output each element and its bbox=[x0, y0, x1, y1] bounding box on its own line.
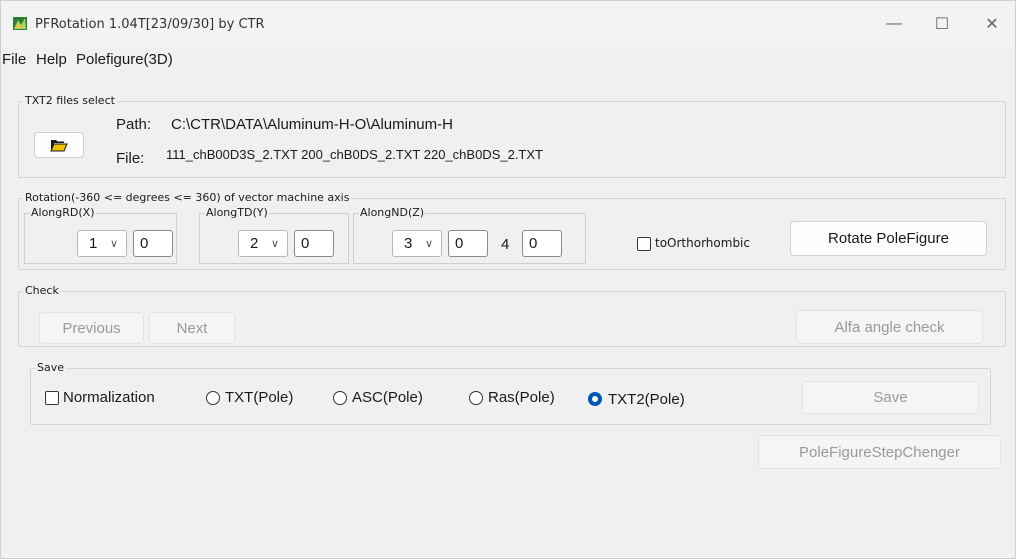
save-button[interactable]: Save bbox=[802, 381, 979, 414]
rotate-polefigure-button[interactable]: Rotate PoleFigure bbox=[790, 221, 987, 256]
polefigure-step-changer-button[interactable]: PoleFigureStepChenger bbox=[758, 435, 1001, 469]
td-axis-value: 2 bbox=[250, 235, 259, 252]
folder-open-icon bbox=[50, 140, 68, 152]
save-legend: Save bbox=[35, 361, 67, 375]
along-rd-label: AlongRD(X) bbox=[30, 206, 96, 220]
menu-bar: File Help Polefigure(3D) bbox=[1, 48, 1015, 70]
chevron-down-icon: ∨ bbox=[270, 238, 279, 250]
radio-asc-pole-label: ASC(Pole) bbox=[352, 389, 423, 406]
menu-polefigure-3d[interactable]: Polefigure(3D) bbox=[76, 51, 173, 68]
radio-ras-pole[interactable] bbox=[469, 391, 483, 405]
rotation-group: Rotation(-360 <= degrees <= 360) of vect… bbox=[18, 191, 1006, 270]
window-title: PFRotation 1.04T[23/09/30] by CTR bbox=[35, 17, 265, 32]
main-window: PFRotation 1.04T[23/09/30] by CTR — ☐ ✕ … bbox=[0, 0, 1016, 559]
td-degree-input[interactable]: 0 bbox=[294, 230, 334, 257]
path-value: C:\CTR\DATA\Aluminum-H-O\Aluminum-H bbox=[171, 116, 453, 133]
rd-axis-value: 1 bbox=[89, 235, 98, 252]
along-nd-label: AlongND(Z) bbox=[359, 206, 426, 220]
radio-txt2-pole[interactable] bbox=[588, 392, 602, 406]
next-button[interactable]: Next bbox=[149, 312, 235, 344]
nd-degree-input[interactable]: 0 bbox=[448, 230, 488, 257]
file-label: File: bbox=[116, 150, 145, 167]
maximize-button[interactable]: ☐ bbox=[919, 1, 965, 47]
fourth-degree-input[interactable]: 0 bbox=[522, 230, 562, 257]
txt2-files-group: TXT2 files select Path: C:\CTR\DATA\Alum… bbox=[18, 94, 1006, 178]
normalization-label: Normalization bbox=[63, 389, 155, 406]
title-bar: PFRotation 1.04T[23/09/30] by CTR — ☐ ✕ bbox=[1, 1, 1015, 47]
minimize-icon: — bbox=[886, 15, 902, 32]
rotation-legend: Rotation(-360 <= degrees <= 360) of vect… bbox=[23, 191, 352, 205]
radio-txt-pole[interactable] bbox=[206, 391, 220, 405]
maximize-icon: ☐ bbox=[934, 16, 950, 33]
menu-file[interactable]: File bbox=[2, 51, 26, 68]
nd-axis-value: 3 bbox=[404, 235, 413, 252]
nd-axis-select[interactable]: 3 ∨ bbox=[392, 230, 442, 257]
previous-button[interactable]: Previous bbox=[39, 312, 144, 344]
td-axis-select[interactable]: 2 ∨ bbox=[238, 230, 288, 257]
radio-asc-pole[interactable] bbox=[333, 391, 347, 405]
path-label: Path: bbox=[116, 116, 152, 133]
rd-axis-select[interactable]: 1 ∨ bbox=[77, 230, 127, 257]
save-group: Save Normalization TXT(Pole) ASC(Pole) R… bbox=[30, 361, 991, 425]
check-group: Check Previous Next Alfa angle check bbox=[18, 284, 1006, 347]
rd-degree-input[interactable]: 0 bbox=[133, 230, 173, 257]
file-value: 111_chB00D3S_2.TXT 200_chB0DS_2.TXT 220_… bbox=[166, 147, 543, 162]
along-td-group: AlongTD(Y) 2 ∨ 0 bbox=[199, 206, 349, 264]
chevron-down-icon: ∨ bbox=[424, 238, 433, 250]
radio-txt-pole-label: TXT(Pole) bbox=[225, 389, 294, 406]
app-icon bbox=[13, 17, 27, 30]
txt2-files-legend: TXT2 files select bbox=[23, 94, 117, 108]
to-orthorhombic-checkbox[interactable] bbox=[637, 237, 651, 251]
normalization-checkbox[interactable] bbox=[45, 391, 59, 405]
alfa-angle-check-button[interactable]: Alfa angle check bbox=[796, 310, 983, 344]
chevron-down-icon: ∨ bbox=[109, 238, 118, 250]
empty-area bbox=[1, 481, 1015, 558]
close-icon: ✕ bbox=[985, 16, 999, 33]
close-button[interactable]: ✕ bbox=[969, 1, 1015, 47]
minimize-button[interactable]: — bbox=[871, 1, 917, 47]
along-td-label: AlongTD(Y) bbox=[205, 206, 269, 220]
check-legend: Check bbox=[23, 284, 61, 298]
menu-help[interactable]: Help bbox=[36, 51, 67, 68]
open-folder-button[interactable] bbox=[34, 132, 84, 158]
along-rd-group: AlongRD(X) 1 ∨ 0 bbox=[24, 206, 177, 264]
to-orthorhombic-label: toOrthorhombic bbox=[655, 236, 750, 250]
fourth-axis-label: 4 bbox=[501, 236, 510, 253]
along-nd-group: AlongND(Z) 3 ∨ 0 4 0 bbox=[353, 206, 586, 264]
radio-txt2-pole-label: TXT2(Pole) bbox=[608, 391, 685, 408]
radio-ras-pole-label: Ras(Pole) bbox=[488, 389, 555, 406]
